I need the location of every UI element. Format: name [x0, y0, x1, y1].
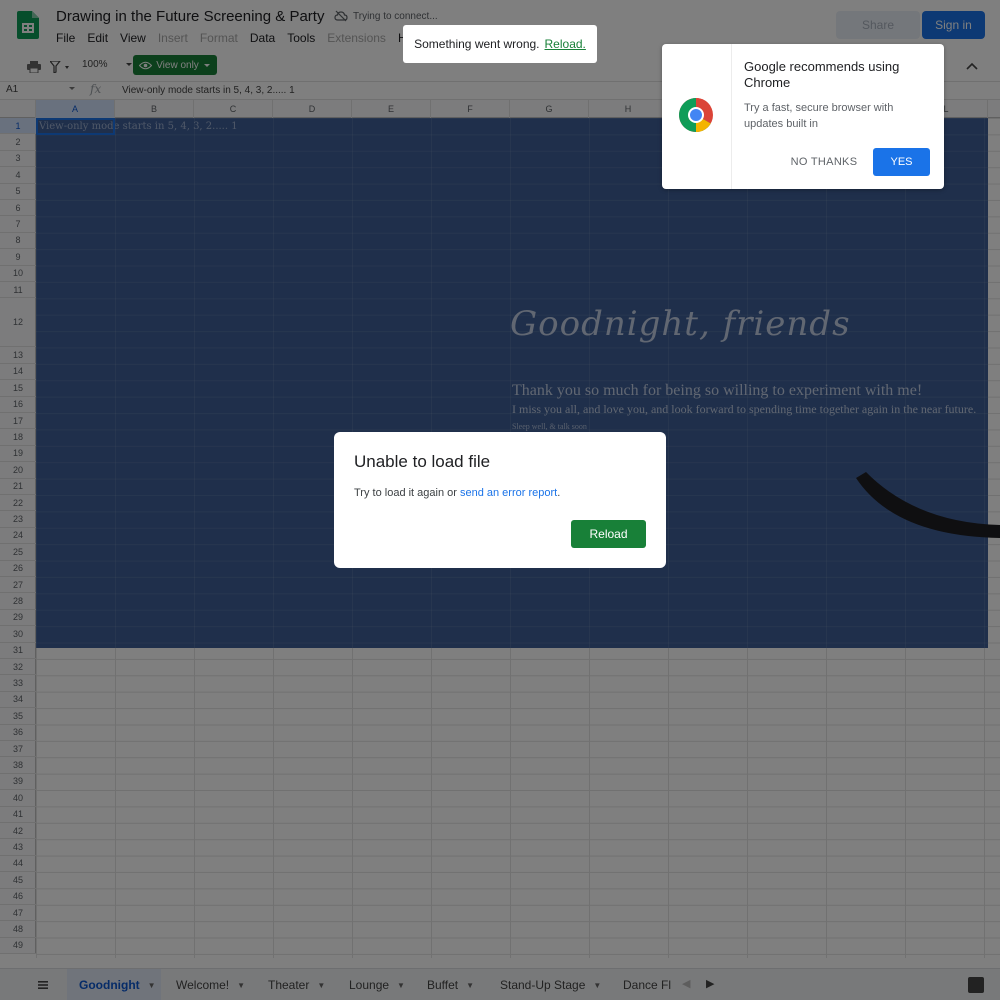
unable-to-load-dialog: Unable to load file Try to load it again… — [334, 432, 666, 568]
reload-button[interactable]: Reload — [571, 520, 646, 548]
snackbar-message: Something went wrong. — [414, 37, 540, 51]
send-error-report-link[interactable]: send an error report — [460, 487, 557, 499]
no-thanks-button[interactable]: NO THANKS — [784, 148, 864, 176]
error-snackbar: Something went wrong. Reload. — [403, 25, 597, 63]
snackbar-reload-link[interactable]: Reload. — [545, 37, 586, 51]
chrome-logo-icon — [679, 98, 713, 132]
promo-body: Try a fast, secure browser with updates … — [744, 102, 894, 130]
promo-title: Google recommends using Chrome — [744, 59, 900, 90]
chrome-promo-card: Google recommends using Chrome Try a fas… — [662, 44, 944, 189]
dialog-body-suffix: . — [557, 487, 561, 499]
yes-button[interactable]: YES — [873, 148, 930, 176]
dialog-title: Unable to load file — [354, 452, 491, 471]
dialog-body: Try to load it again or send an error re… — [354, 487, 560, 499]
promo-divider — [731, 44, 732, 189]
dialog-body-text: Try to load it again or — [354, 487, 460, 499]
